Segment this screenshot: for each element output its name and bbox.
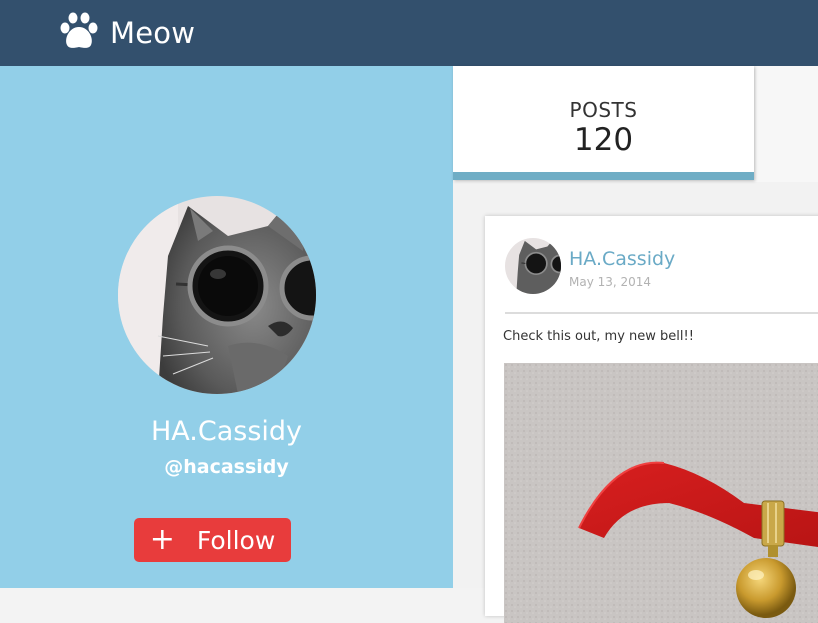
posts-stat-tab[interactable]: POSTS 120 (453, 66, 754, 180)
post-date: May 13, 2014 (569, 275, 652, 289)
profile-avatar (118, 196, 316, 394)
plus-icon: + (149, 522, 175, 557)
profile-handle: @hacassidy (164, 456, 289, 478)
brand[interactable]: Meow (58, 10, 195, 56)
paw-icon (58, 11, 100, 55)
post-image[interactable] (504, 363, 818, 623)
post-divider (505, 312, 818, 314)
main-feed: POSTS 120 HA.Cassidy May 13, 2014 Check … (453, 66, 818, 623)
post-card: HA.Cassidy May 13, 2014 Check this out, … (485, 216, 818, 623)
app-name: Meow (110, 16, 196, 50)
profile-sidebar: HA.Cassidy @hacassidy + Follow (0, 66, 453, 588)
posts-label: POSTS (569, 98, 638, 122)
posts-count: 120 (573, 122, 634, 158)
follow-button[interactable]: + Follow (134, 518, 291, 562)
post-author-name[interactable]: HA.Cassidy (569, 248, 675, 270)
post-author-avatar[interactable] (505, 238, 561, 294)
profile-name: HA.Cassidy (150, 416, 303, 447)
follow-label: Follow (196, 525, 276, 555)
top-bar: Meow (0, 0, 818, 66)
post-text: Check this out, my new bell!! (503, 329, 694, 344)
stats-strip: POSTS 120 (453, 66, 818, 182)
